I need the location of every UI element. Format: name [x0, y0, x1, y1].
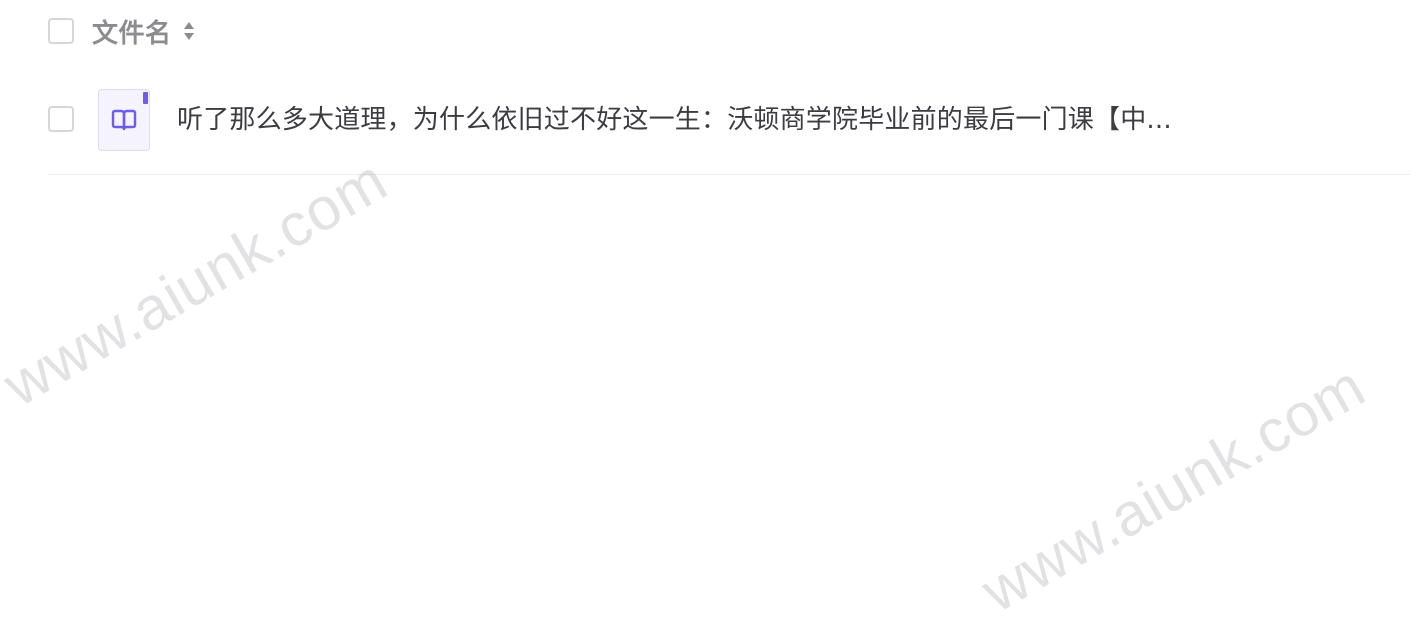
watermark: www.aiunk.com: [0, 145, 399, 419]
thumbnail-corner-mark: [143, 92, 148, 104]
open-book-icon: [110, 108, 138, 132]
file-row-checkbox[interactable]: [48, 106, 74, 132]
file-list: 文件名 听了那么多大道理，为什么依旧过不好这一生：沃顿商学院毕业前的最后一门课【…: [48, 0, 1410, 175]
column-header-filename[interactable]: 文件名: [92, 13, 172, 50]
watermark: www.aiunk.com: [970, 351, 1377, 625]
file-name[interactable]: 听了那么多大道理，为什么依旧过不好这一生：沃顿商学院毕业前的最后一门课【中...: [177, 102, 1172, 138]
file-row[interactable]: 听了那么多大道理，为什么依旧过不好这一生：沃顿商学院毕业前的最后一门课【中...: [48, 88, 1410, 175]
select-all-checkbox[interactable]: [48, 18, 74, 44]
sort-icon[interactable]: [182, 18, 196, 44]
file-thumbnail[interactable]: [98, 89, 150, 151]
file-list-header: 文件名: [48, 0, 1410, 62]
